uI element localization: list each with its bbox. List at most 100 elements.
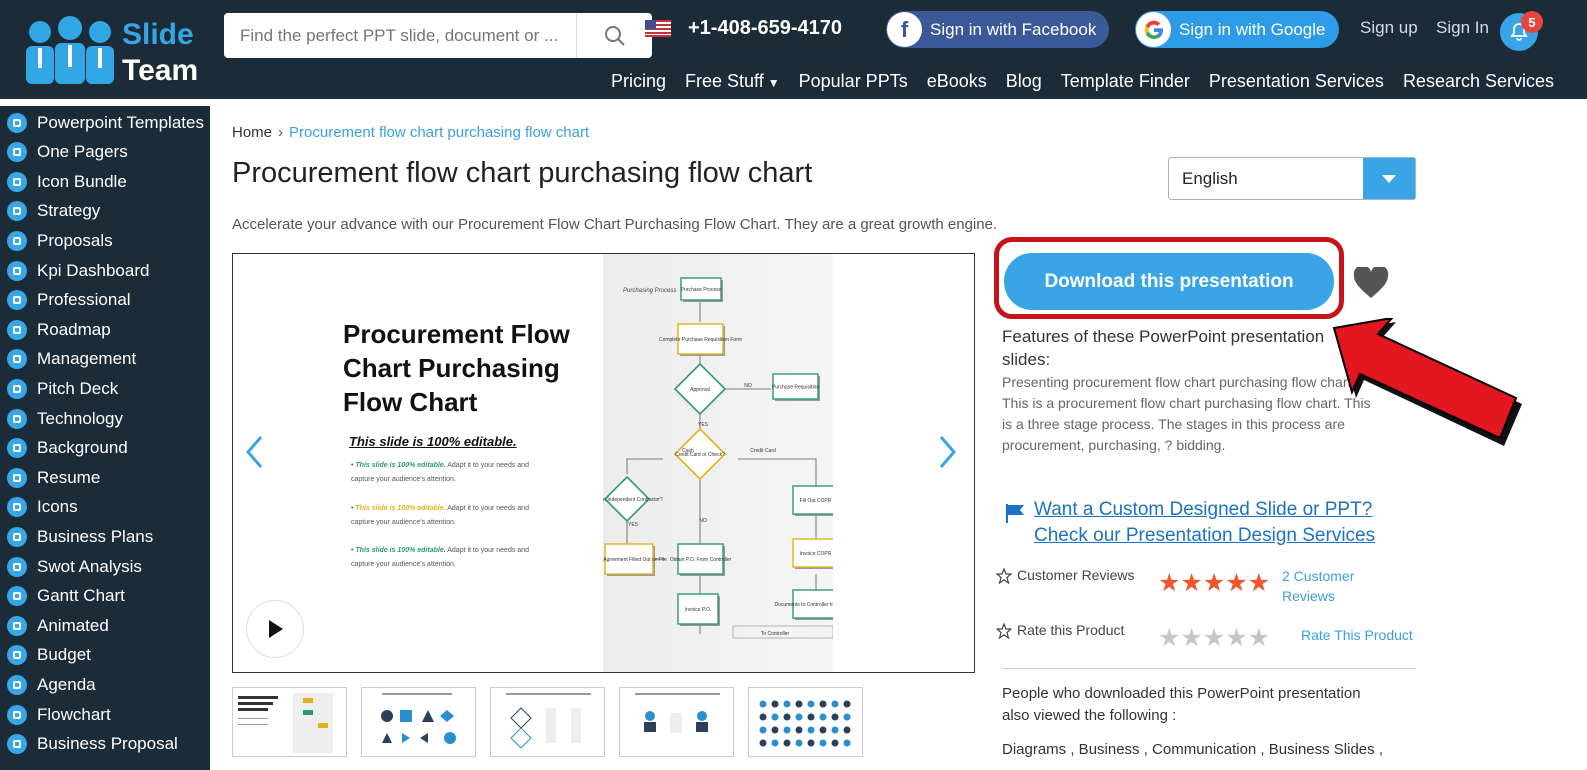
slideteam-logo[interactable]: Slide Team bbox=[22, 12, 202, 87]
sidebar-item-powerpoint-templates[interactable]: Powerpoint Templates bbox=[0, 108, 210, 137]
sidebar-item-label: Proposals bbox=[37, 230, 113, 250]
nav-presentation-services[interactable]: Presentation Services bbox=[1209, 71, 1384, 92]
search-button[interactable] bbox=[576, 13, 652, 58]
sidebar-item-resume[interactable]: Resume bbox=[0, 463, 210, 492]
thumbnail-4[interactable] bbox=[619, 687, 734, 757]
slide-preview[interactable]: Procurement Flow Chart Purchasing Flow C… bbox=[232, 253, 975, 673]
nav-free-stuff[interactable]: Free Stuff ▼ bbox=[685, 71, 780, 92]
breadcrumb: Home › Procurement flow chart purchasing f… bbox=[232, 124, 589, 141]
sidebar-item-roadmap[interactable]: Roadmap bbox=[0, 315, 210, 344]
facebook-signin-button[interactable]: f Sign in with Facebook bbox=[886, 11, 1109, 48]
sidebar-item-label: Background bbox=[37, 438, 128, 458]
thumb-icon bbox=[783, 713, 791, 721]
play-button[interactable] bbox=[246, 600, 304, 658]
thumbnail-1[interactable] bbox=[232, 687, 347, 757]
sidebar-item-agenda[interactable]: Agenda bbox=[0, 670, 210, 699]
nav-blog[interactable]: Blog bbox=[1006, 71, 1042, 92]
thumb-icon bbox=[783, 700, 791, 708]
nav-pricing[interactable]: Pricing bbox=[611, 71, 666, 92]
thumb-icon bbox=[831, 726, 839, 734]
sidebar-item-background[interactable]: Background bbox=[0, 434, 210, 463]
search-input[interactable] bbox=[224, 13, 576, 58]
nav-popular-ppts[interactable]: Popular PPTs bbox=[799, 71, 908, 92]
rate-product-link[interactable]: Rate This Product bbox=[1301, 627, 1413, 643]
also-viewed-tags[interactable]: Diagrams , Business , Communication , Bu… bbox=[1002, 741, 1383, 758]
chevron-right-icon: › bbox=[278, 124, 284, 141]
sidebar-item-label: Icons bbox=[37, 497, 78, 517]
sidebar-item-animated[interactable]: Animated bbox=[0, 611, 210, 640]
thumbnail-2[interactable] bbox=[361, 687, 476, 757]
sidebar-item-label: Management bbox=[37, 349, 137, 369]
next-slide-icon[interactable] bbox=[935, 434, 959, 470]
sidebar-item-icon-bundle[interactable]: Icon Bundle bbox=[0, 167, 210, 196]
thumb-icon bbox=[783, 726, 791, 734]
sidebar-item-proposals[interactable]: Proposals bbox=[0, 226, 210, 255]
sidebar-item-gantt-chart[interactable]: Gantt Chart bbox=[0, 582, 210, 611]
agenda-icon bbox=[7, 674, 27, 695]
sidebar-item-budget[interactable]: Budget bbox=[0, 641, 210, 670]
features-title: Features of these PowerPoint presentatio… bbox=[1002, 327, 1325, 369]
play-icon bbox=[269, 620, 283, 638]
sidebar-item-one-pagers[interactable]: One Pagers bbox=[0, 138, 210, 167]
breadcrumb-current[interactable]: Procurement flow chart purchasing flow c… bbox=[289, 124, 589, 141]
sidebar-item-pitch-deck[interactable]: Pitch Deck bbox=[0, 374, 210, 403]
thumb-icon bbox=[783, 739, 791, 747]
thumb-icon bbox=[771, 726, 779, 734]
features-text: Presenting procurement flow chart purcha… bbox=[1002, 374, 1371, 453]
language-select[interactable]: English bbox=[1168, 157, 1416, 200]
download-button[interactable]: Download this presentation bbox=[1004, 253, 1334, 310]
nav-ebooks[interactable]: eBooks bbox=[927, 71, 987, 92]
sidebar-item-strategy[interactable]: Strategy bbox=[0, 197, 210, 226]
sidebar-item-label: Resume bbox=[37, 467, 101, 487]
caret-down-icon: ▼ bbox=[767, 76, 780, 90]
rate-stars-input[interactable]: ★★★★★ bbox=[1158, 623, 1270, 653]
slide-title: Procurement Flow Chart Purchasing Flow C… bbox=[343, 319, 570, 417]
facebook-signin-label: Sign in with Facebook bbox=[930, 19, 1097, 39]
custom-design-link[interactable]: Want a Custom Designed Slide or PPT? Che… bbox=[1034, 497, 1414, 549]
nav-template-finder[interactable]: Template Finder bbox=[1061, 71, 1190, 92]
sidebar-item-professional[interactable]: Professional bbox=[0, 286, 210, 315]
sidebar-item-business-proposal[interactable]: Business Proposal bbox=[0, 730, 210, 759]
background-icon bbox=[7, 438, 27, 459]
thumb-icon bbox=[819, 739, 827, 747]
sidebar-item-kpi-dashboard[interactable]: Kpi Dashboard bbox=[0, 256, 210, 285]
us-flag-icon bbox=[645, 20, 671, 37]
flow-node-documents-to-controller-label: Documents to Controller for Approval bbox=[775, 602, 833, 608]
flow-node-1099-agreement-label: 1099 Agreement Filled Out on File bbox=[603, 557, 667, 563]
breadcrumb-home[interactable]: Home bbox=[232, 124, 272, 141]
sidebar-item-label: Budget bbox=[37, 645, 91, 665]
logo-text-slide: Slide bbox=[122, 18, 194, 51]
phone-number[interactable]: +1-408-659-4170 bbox=[688, 17, 842, 40]
sidebar-item-label: Technology bbox=[37, 408, 124, 428]
sidebar-item-management[interactable]: Management bbox=[0, 345, 210, 374]
thumb-icon bbox=[771, 713, 779, 721]
flag-icon bbox=[1006, 504, 1024, 523]
thumbnail-5[interactable] bbox=[748, 687, 863, 757]
also-viewed-title: People who downloaded this PowerPoint pr… bbox=[1002, 685, 1361, 724]
thumb-icon bbox=[843, 700, 851, 708]
thumb-icon bbox=[831, 739, 839, 747]
customer-reviews-label: Customer Reviews bbox=[1017, 567, 1135, 583]
product-description: Accelerate your advance with our Procure… bbox=[232, 216, 998, 233]
sidebar-item-flowchart[interactable]: Flowchart bbox=[0, 700, 210, 729]
sidebar-item-icons[interactable]: Icons bbox=[0, 493, 210, 522]
sidebar-item-label: Flowchart bbox=[37, 704, 111, 724]
previous-slide-icon[interactable] bbox=[243, 434, 267, 470]
sidebar-item-business-plans[interactable]: Business Plans bbox=[0, 522, 210, 551]
sidebar-item-label: Strategy bbox=[37, 201, 101, 221]
thumbnail-3[interactable] bbox=[490, 687, 605, 757]
signin-link[interactable]: Sign In bbox=[1436, 18, 1489, 38]
dropdown-arrow-icon[interactable] bbox=[1363, 158, 1415, 199]
signup-link[interactable]: Sign up bbox=[1360, 18, 1418, 38]
sidebar-item-technology[interactable]: Technology bbox=[0, 404, 210, 433]
sidebar-item-swot-analysis[interactable]: Swot Analysis bbox=[0, 552, 210, 581]
review-count-link[interactable]: 2 Customer Reviews bbox=[1282, 566, 1402, 606]
heart-icon[interactable] bbox=[1353, 267, 1389, 299]
nav-research-services[interactable]: Research Services bbox=[1403, 71, 1554, 92]
slide-flowchart-panel: Purchasing Process Purchase Process Comple… bbox=[591, 254, 856, 672]
swot-icon bbox=[7, 556, 27, 577]
flow-edge-label: YES bbox=[628, 522, 639, 528]
thumb-icon bbox=[807, 726, 815, 734]
site-header: Slide Team +1-408-659-4170 f Sign in wit… bbox=[0, 0, 1587, 99]
google-signin-button[interactable]: Sign in with Google bbox=[1135, 11, 1339, 48]
